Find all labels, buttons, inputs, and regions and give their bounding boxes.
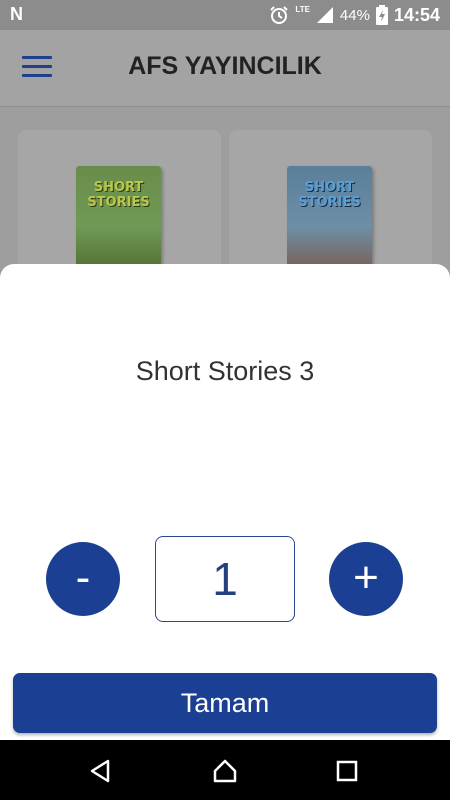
navigation-bar [0, 740, 450, 800]
quantity-field[interactable]: 1 [155, 536, 295, 622]
confirm-button[interactable]: Tamam [13, 673, 437, 733]
increase-quantity-button[interactable]: + [329, 542, 403, 616]
quantity-dialog: Short Stories 3 - 1 + Tamam [0, 264, 450, 740]
decrease-quantity-button[interactable]: - [46, 542, 120, 616]
recent-apps-icon[interactable] [334, 758, 360, 784]
product-name: Short Stories 3 [135, 356, 315, 386]
back-icon[interactable] [88, 758, 114, 784]
home-icon[interactable] [212, 758, 238, 784]
